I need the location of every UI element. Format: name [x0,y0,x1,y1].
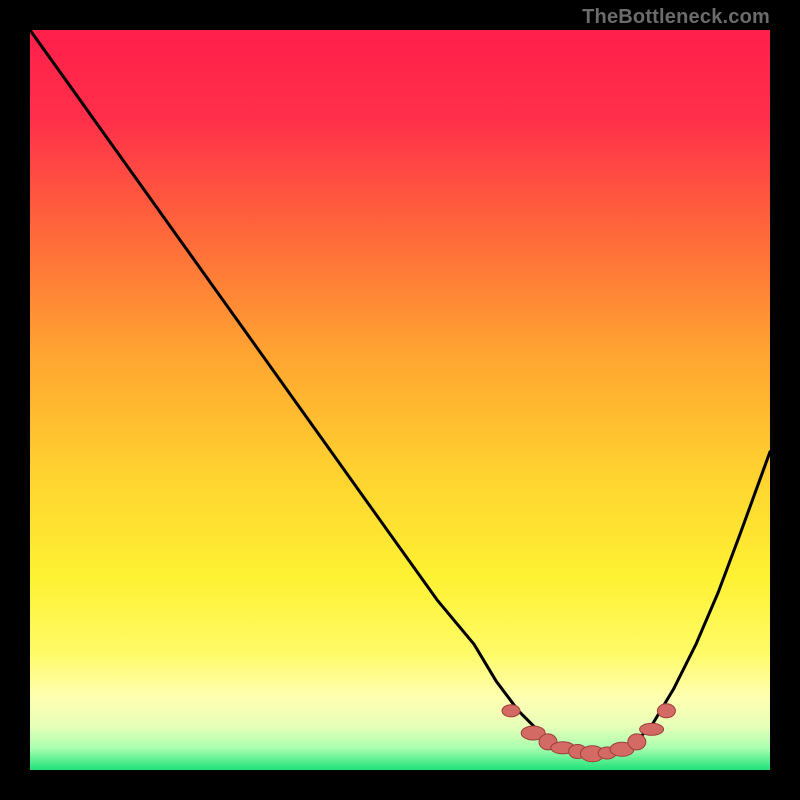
curve-layer [30,30,770,770]
curve-marker [640,723,664,735]
curve-marker [502,705,520,717]
plot-area [30,30,770,770]
curve-markers [502,704,675,762]
watermark-text: TheBottleneck.com [582,6,770,29]
chart-container: TheBottleneck.com [0,0,800,800]
curve-marker [657,704,675,718]
curve-marker [628,734,646,750]
bottleneck-curve [30,30,770,755]
